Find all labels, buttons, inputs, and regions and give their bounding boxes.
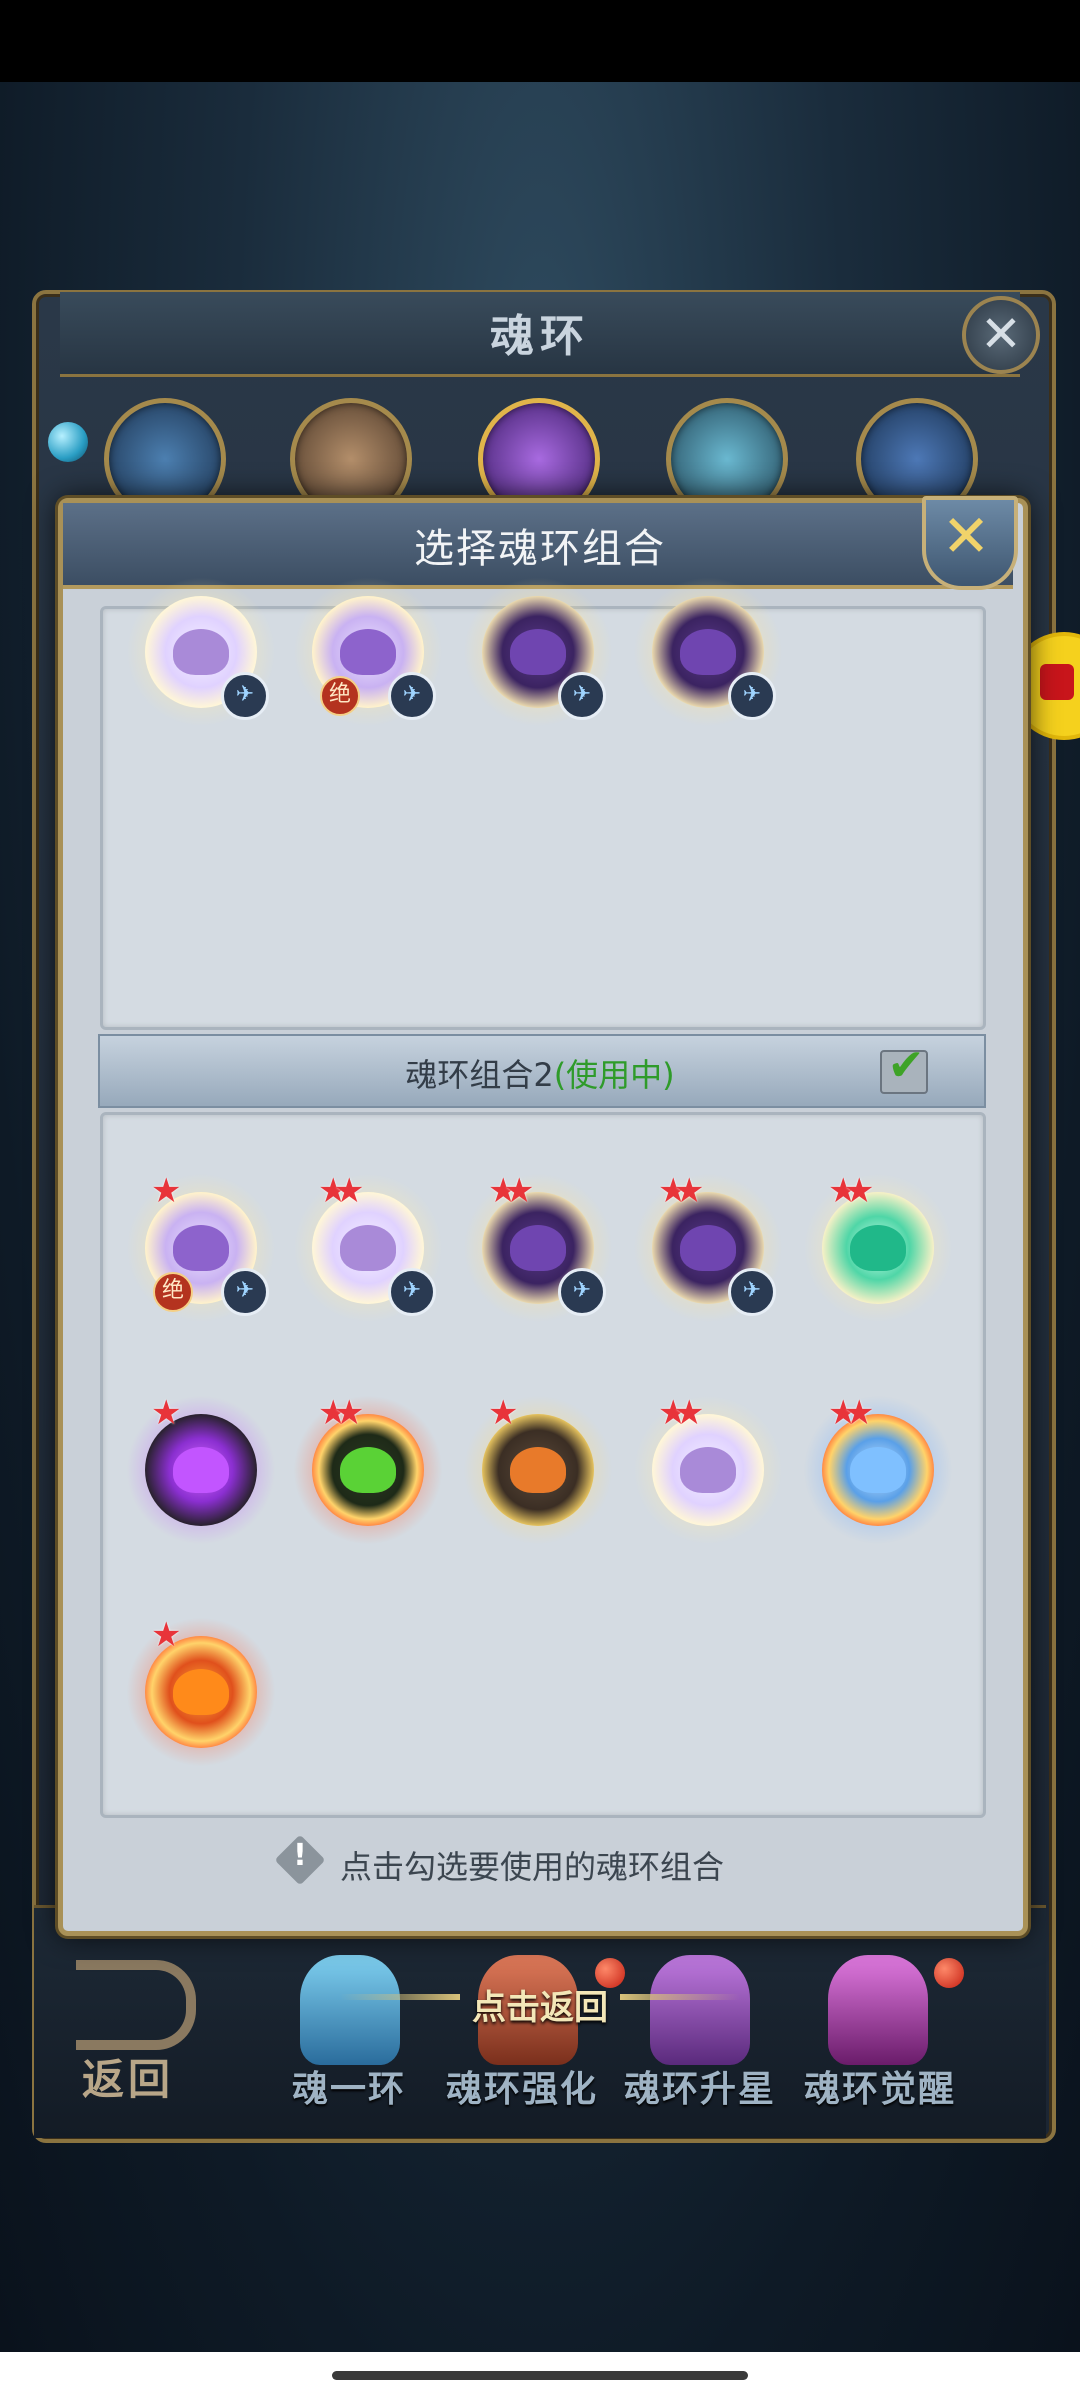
soul-ring-window-close-button[interactable]: ✕ xyxy=(962,296,1040,374)
wing-badge-icon: ✈ xyxy=(728,672,776,720)
tab-enhance[interactable]: 魂环强化 xyxy=(446,2060,598,2112)
wing-badge-icon: ✈ xyxy=(388,672,436,720)
star-icon: ★ xyxy=(334,1171,365,1211)
home-indicator[interactable] xyxy=(332,2371,748,2380)
star-icon: ★ xyxy=(674,1393,705,1433)
jue-tag-badge: 绝 xyxy=(320,676,360,716)
exclamation-icon: ! xyxy=(293,1838,307,1873)
wing-badge-icon: ✈ xyxy=(221,1268,269,1316)
star-icon: ★ xyxy=(674,1171,705,1211)
star-icon: ★ xyxy=(334,1393,365,1433)
star-icon: ★ xyxy=(488,1393,519,1433)
star-icon: ★ xyxy=(151,1393,182,1433)
checkmark-icon: ✔ xyxy=(887,1040,925,1091)
floating-assist-icon xyxy=(1040,664,1074,700)
soul-ring-window-title: 魂环 xyxy=(490,312,590,361)
tab-soul-ring[interactable]: 魂一环 xyxy=(292,2060,406,2112)
tab-awaken[interactable]: 魂环觉醒 xyxy=(804,2060,956,2112)
wing-badge-icon: ✈ xyxy=(728,1268,776,1316)
dialog-title: 选择魂环组合 xyxy=(414,526,666,572)
tab-star-up[interactable]: 魂环升星 xyxy=(624,2060,776,2112)
tap-to-return-text[interactable]: 点击返回 xyxy=(0,1980,1080,2029)
star-icon: ★ xyxy=(151,1615,182,1655)
combo-group-2-label: 魂环组合2 xyxy=(405,1056,554,1094)
star-icon: ★ xyxy=(844,1171,875,1211)
combo-group-2-status: (使用中) xyxy=(553,1056,675,1094)
close-icon[interactable]: ✕ xyxy=(922,500,1010,572)
wing-badge-icon: ✈ xyxy=(558,672,606,720)
star-icon: ★ xyxy=(151,1171,182,1211)
blue-gem-ornament xyxy=(48,422,88,462)
star-icon: ★ xyxy=(844,1393,875,1433)
return-button-label[interactable]: 返回 xyxy=(82,2046,174,2107)
wing-badge-icon: ✈ xyxy=(221,672,269,720)
dialog-hint-text: 点击勾选要使用的魂环组合 xyxy=(340,1848,725,1886)
jue-tag-badge: 绝 xyxy=(153,1272,193,1312)
wing-badge-icon: ✈ xyxy=(558,1268,606,1316)
star-icon: ★ xyxy=(504,1171,535,1211)
wing-badge-icon: ✈ xyxy=(388,1268,436,1316)
status-bar xyxy=(0,0,1080,82)
